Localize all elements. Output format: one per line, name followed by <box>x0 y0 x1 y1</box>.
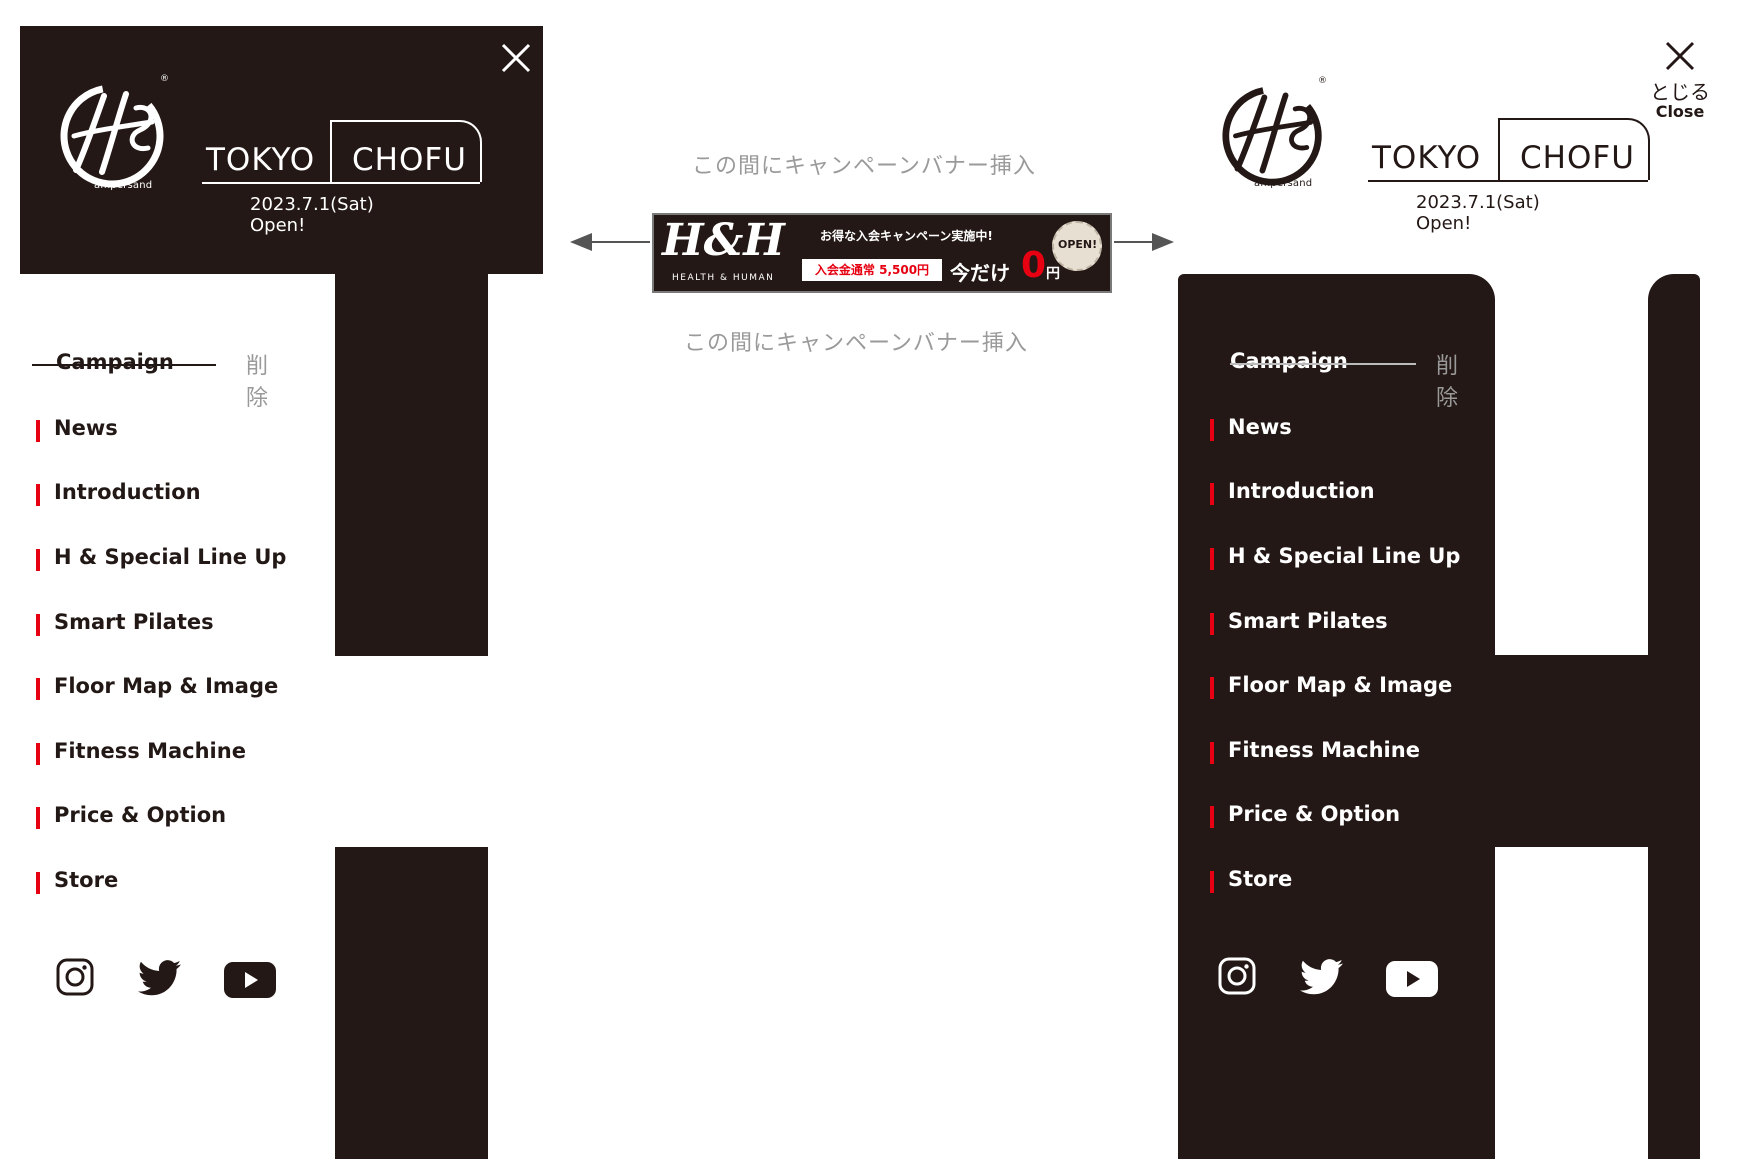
banner-open-badge: OPEN! <box>1052 221 1102 271</box>
close-icon <box>1665 41 1695 71</box>
menu-item-label: Floor Map & Image <box>54 674 279 698</box>
menu-item-marker <box>1210 613 1214 635</box>
menu-item-marker <box>36 743 40 765</box>
banner-headline: お得な入会キャンペーン実施中! <box>820 229 993 243</box>
open-date: 2023.7.1(Sat) Open! <box>250 194 374 236</box>
arrow-right-line <box>1114 241 1154 243</box>
campaign-strikethrough <box>1230 363 1416 365</box>
open-date: 2023.7.1(Sat) Open! <box>1416 192 1540 234</box>
logo-subtitle: ampersand <box>94 180 153 191</box>
menu-item-label: Store <box>54 868 119 892</box>
campaign-banner[interactable]: H&H HEALTH & HUMAN お得な入会キャンペーン実施中! 入会金通常… <box>652 213 1112 293</box>
ampersand-logo-mark <box>60 84 164 188</box>
instagram-icon <box>1218 957 1256 995</box>
menu-item-label: News <box>1228 415 1292 439</box>
menu-item-marker <box>1210 548 1214 570</box>
youtube-link[interactable] <box>224 962 276 1002</box>
menu-item-label: Introduction <box>1228 479 1375 503</box>
banner-price-zero: 0 <box>1021 245 1047 286</box>
registered-mark: ® <box>1318 76 1328 86</box>
menu-item-marker <box>36 872 40 894</box>
menu-item-label: Price & Option <box>1228 802 1401 826</box>
close-label-ja: とじる <box>1650 80 1710 104</box>
menu-item-marker <box>36 420 40 442</box>
close-icon <box>501 43 531 73</box>
menu-item-label: Floor Map & Image <box>1228 673 1453 697</box>
menu-item-label: H & Special Line Up <box>54 545 287 569</box>
ampersand-logo[interactable]: ampersand ® <box>56 74 172 191</box>
logo-subtitle: ampersand <box>1254 178 1313 189</box>
campaign-strikethrough <box>32 364 216 366</box>
banner-insert-note-top: この間にキャンペーンバナー挿入 <box>692 154 1036 179</box>
menu-item-marker <box>1210 806 1214 828</box>
youtube-icon <box>224 962 276 998</box>
menu-item-label: Smart Pilates <box>1228 609 1388 633</box>
twitter-link[interactable] <box>137 960 182 1000</box>
menu-item-marker <box>1210 742 1214 764</box>
menu-item-campaign[interactable]: Campaign <box>1230 349 1348 373</box>
instagram-link[interactable] <box>56 958 94 1000</box>
location-city: TOKYO <box>206 142 316 178</box>
youtube-icon <box>1386 961 1438 997</box>
menu-item-marker <box>36 549 40 571</box>
menu-item-label: News <box>54 416 118 440</box>
left-decor-curve <box>200 274 335 300</box>
menu-item-marker <box>1210 483 1214 505</box>
menu-item-marker <box>36 484 40 506</box>
menu-item-marker <box>36 678 40 700</box>
youtube-link[interactable] <box>1386 961 1438 1001</box>
location-area: CHOFU <box>1520 140 1635 176</box>
ampersand-logo[interactable]: ampersand ® <box>1218 76 1330 189</box>
twitter-icon <box>137 960 181 996</box>
menu-item-marker <box>1210 677 1214 699</box>
registered-mark: ® <box>160 74 170 84</box>
menu-item-label: Fitness Machine <box>54 739 246 763</box>
campaign-delete-note: 削除 <box>1436 354 1459 411</box>
right-decor-bar <box>1648 274 1700 1159</box>
location-underline <box>202 182 480 184</box>
banner-price-unit: 円 <box>1046 266 1060 282</box>
twitter-icon <box>1299 959 1343 995</box>
banner-insert-note-bottom: この間にキャンペーンバナー挿入 <box>684 331 1028 356</box>
location-city: TOKYO <box>1372 140 1482 176</box>
close-label-en: Close <box>1655 102 1705 121</box>
menu-item-marker <box>1210 419 1214 441</box>
menu-item-label: Introduction <box>54 480 201 504</box>
instagram-link[interactable] <box>1218 957 1256 999</box>
banner-now-only: 今だけ <box>950 261 1010 285</box>
banner-open-badge-text: OPEN! <box>1058 238 1098 251</box>
menu-item-label: Store <box>1228 867 1293 891</box>
banner-logo-sub: HEALTH & HUMAN <box>672 273 775 283</box>
location-area: CHOFU <box>352 142 467 178</box>
left-decor-stem-upper <box>335 274 488 656</box>
instagram-icon <box>56 958 94 996</box>
left-decor-stem-lower <box>335 847 488 1159</box>
right-decor-crossbar <box>1490 655 1655 847</box>
menu-item-label: Price & Option <box>54 803 227 827</box>
menu-item-marker <box>1210 871 1214 893</box>
arrow-left-icon <box>570 233 592 251</box>
arrow-right-icon <box>1152 233 1174 251</box>
menu-item-marker <box>36 614 40 636</box>
location-underline <box>1368 180 1648 182</box>
menu-item-label: Fitness Machine <box>1228 738 1420 762</box>
campaign-delete-note: 削除 <box>246 354 269 411</box>
close-button[interactable] <box>500 42 532 78</box>
menu-item-label: H & Special Line Up <box>1228 544 1461 568</box>
menu-item-label: Smart Pilates <box>54 610 214 634</box>
arrow-left-line <box>590 241 650 243</box>
ampersand-logo-mark <box>1222 86 1322 186</box>
left-decor-curve <box>488 274 543 300</box>
menu-item-marker <box>36 807 40 829</box>
banner-logo: H&H <box>662 215 785 266</box>
twitter-link[interactable] <box>1299 959 1344 999</box>
menu-item-campaign[interactable]: Campaign <box>56 350 174 374</box>
banner-regular-price: 入会金通常 5,500円 <box>802 259 942 281</box>
close-button[interactable]: とじる Close <box>1640 38 1720 128</box>
